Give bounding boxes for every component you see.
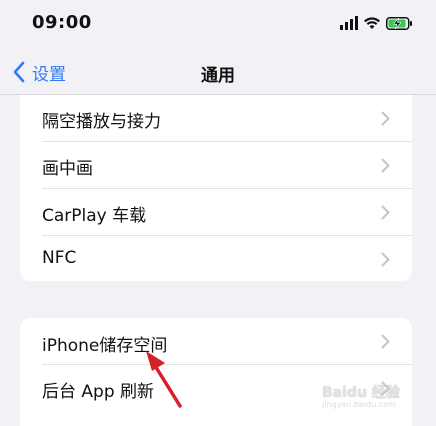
row-label: CarPlay 车载 <box>42 206 147 226</box>
status-bar: 09:00 <box>0 0 436 46</box>
signal-icon <box>340 16 358 30</box>
row-iphone-storage[interactable]: iPhone储存空间 <box>20 318 412 365</box>
row-label: 画中画 <box>42 159 93 179</box>
row-carplay[interactable]: CarPlay 车载 <box>20 189 412 236</box>
status-icons <box>340 15 414 31</box>
chevron-right-icon <box>381 205 390 220</box>
row-airplay-handoff[interactable]: 隔空播放与接力 <box>20 95 412 142</box>
row-picture-in-picture[interactable]: 画中画 <box>20 142 412 189</box>
watermark-logo-text: Baidu 经验 <box>322 385 400 401</box>
row-nfc[interactable]: NFC <box>20 236 412 281</box>
chevron-right-icon <box>381 111 390 126</box>
status-time: 09:00 <box>32 12 92 33</box>
chevron-right-icon <box>381 334 390 349</box>
row-label: iPhone储存空间 <box>42 336 168 356</box>
wifi-icon <box>364 17 380 29</box>
screen: 09:00 设置 通用 隔空播放与接力 画中画 CarPlay 车载 NFC i… <box>0 0 436 426</box>
chevron-right-icon <box>381 252 390 267</box>
nav-title: 通用 <box>201 66 235 86</box>
row-label: 隔空播放与接力 <box>42 112 161 132</box>
battery-charging-icon <box>386 17 412 30</box>
nav-bar: 设置 通用 <box>0 50 436 94</box>
row-label: NFC <box>42 248 77 268</box>
settings-group-1: 隔空播放与接力 画中画 CarPlay 车载 NFC <box>20 95 412 281</box>
row-label: 后台 App 刷新 <box>42 382 155 402</box>
watermark-sub-text: jingyan.baidu.com <box>322 400 396 409</box>
chevron-right-icon <box>381 158 390 173</box>
watermark-logo: Baidu 经验 jingyan.baidu.com <box>322 380 434 416</box>
